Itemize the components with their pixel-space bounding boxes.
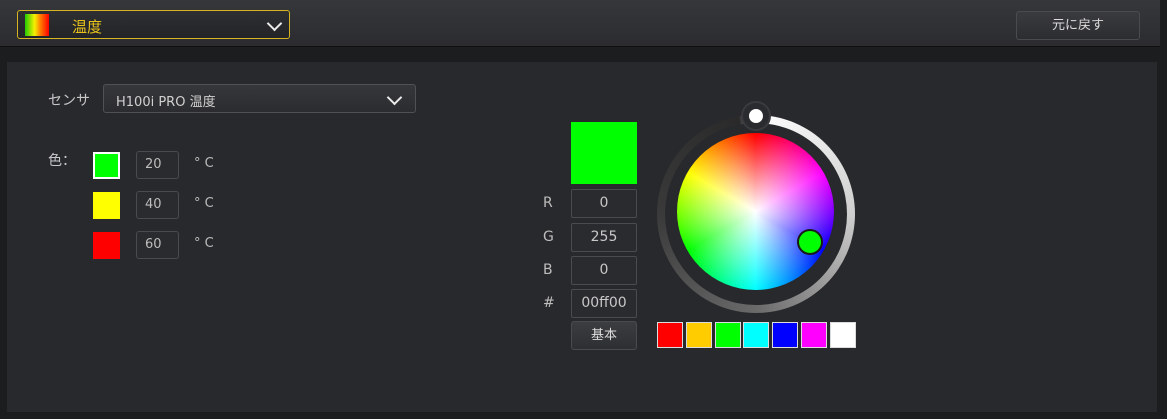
sensor-dropdown[interactable]: H100i PRO 温度 [103, 84, 416, 113]
color-preview [571, 122, 637, 184]
red-label: R [543, 195, 553, 211]
color-wheel-handle[interactable] [797, 229, 823, 255]
quick-color-white[interactable] [830, 322, 856, 348]
quick-color-blue[interactable] [772, 322, 798, 348]
quick-color-red[interactable] [657, 322, 683, 348]
quick-color-green[interactable] [715, 322, 741, 348]
temperature-unit: ° C [194, 156, 214, 171]
color-wheel[interactable] [677, 133, 834, 290]
temperature-input[interactable]: 40 [136, 191, 179, 219]
brightness-handle[interactable] [741, 101, 771, 131]
quick-color-yellow[interactable] [686, 322, 712, 348]
reset-button[interactable]: 元に戻す [1016, 11, 1140, 40]
chevron-down-icon [266, 15, 283, 32]
color-stop-swatch[interactable] [93, 232, 120, 259]
gradient-icon [25, 14, 49, 36]
sensor-value: H100i PRO 温度 [116, 95, 216, 110]
temperature-input[interactable]: 20 [136, 151, 179, 179]
quick-color-magenta[interactable] [801, 322, 827, 348]
color-stop-swatch[interactable] [93, 192, 120, 219]
temperature-input[interactable]: 60 [136, 231, 179, 259]
green-label: G [543, 229, 554, 245]
basic-button[interactable]: 基本 [571, 321, 637, 350]
blue-label: B [543, 262, 553, 278]
quick-color-cyan[interactable] [743, 322, 769, 348]
hex-label: # [543, 295, 555, 311]
hex-input[interactable]: 00ff00 [571, 289, 637, 318]
temperature-unit: ° C [194, 196, 214, 211]
lighting-mode-label: 温度 [72, 18, 103, 36]
red-input[interactable]: 0 [571, 189, 637, 218]
green-input[interactable]: 255 [571, 223, 637, 252]
sensor-label: センサ [48, 93, 90, 109]
lighting-mode-dropdown[interactable]: 温度 [17, 10, 290, 39]
color-label: 色： [48, 153, 76, 169]
chevron-down-icon [386, 89, 403, 106]
color-stop-swatch[interactable] [93, 152, 120, 179]
top-bar: 温度 元に戻す [0, 0, 1160, 47]
temperature-unit: ° C [194, 236, 214, 251]
blue-input[interactable]: 0 [571, 256, 637, 285]
